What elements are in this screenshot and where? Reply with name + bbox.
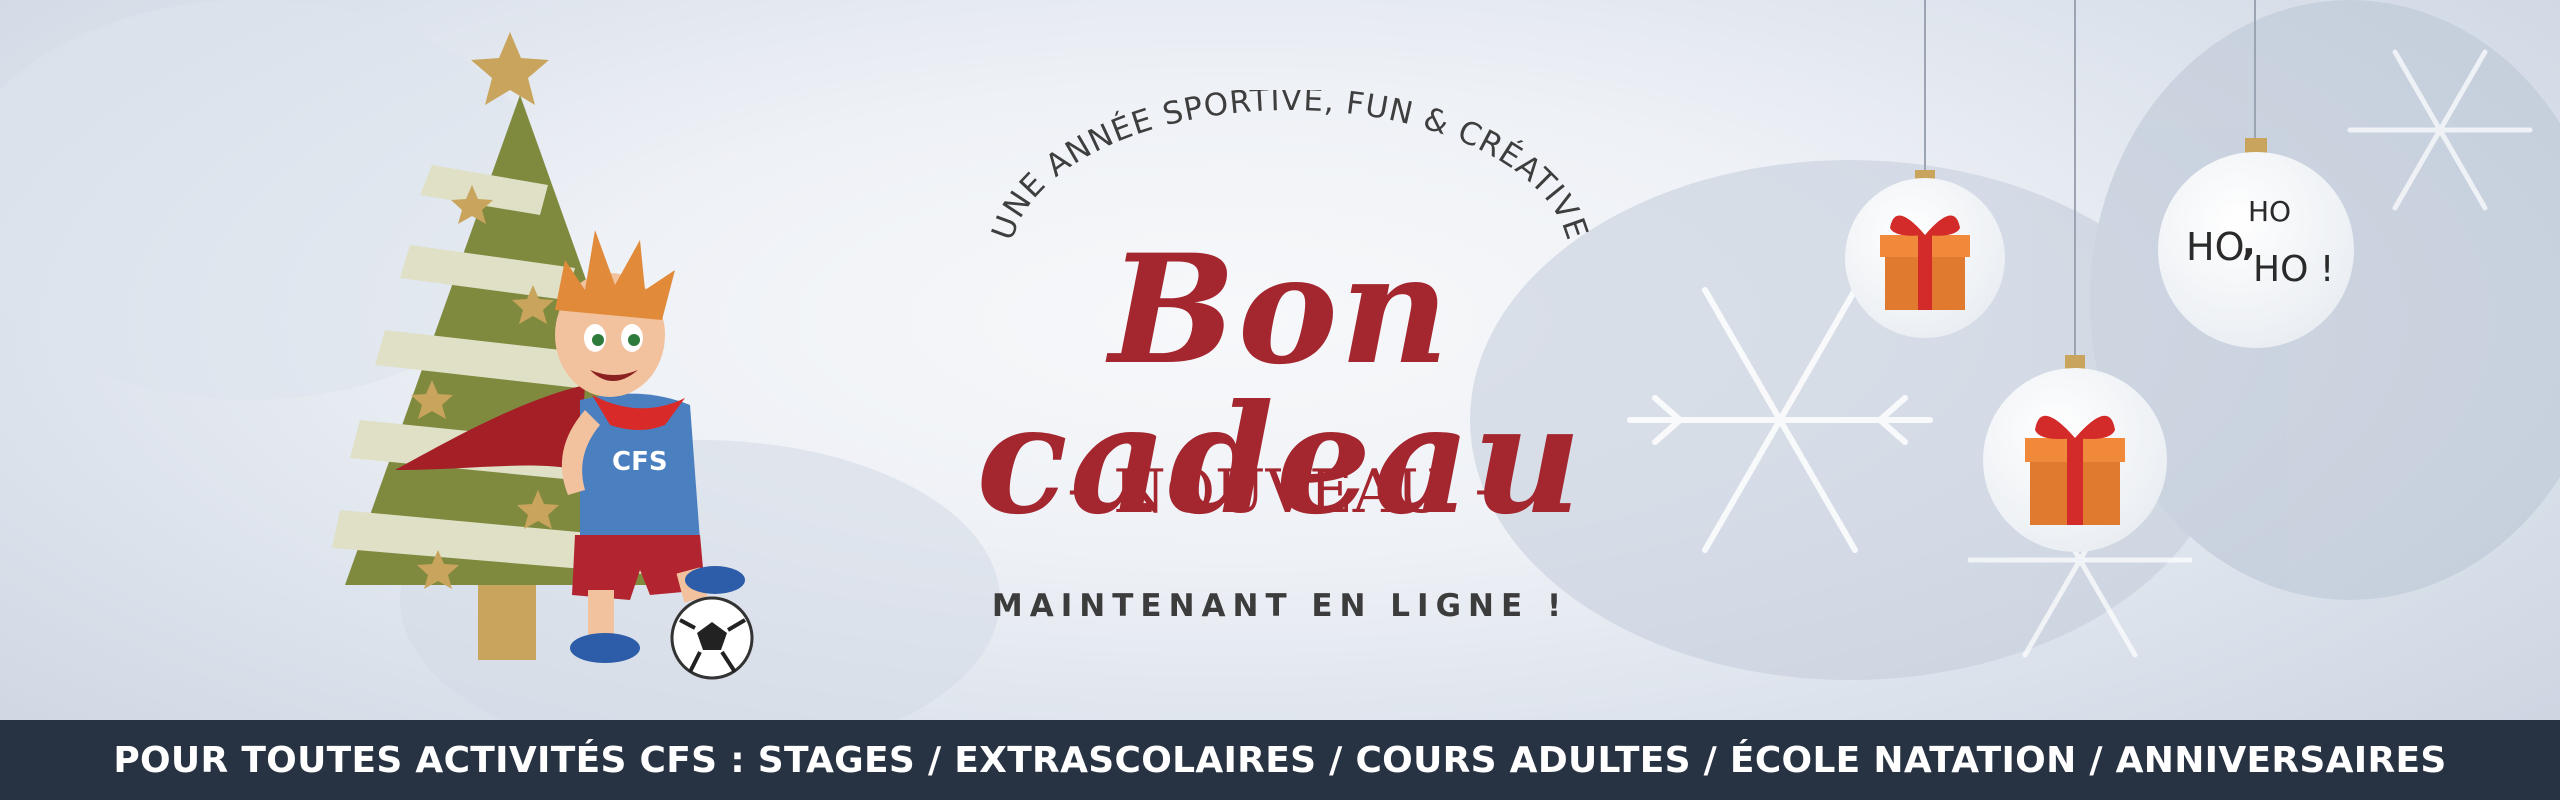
soccer-ball-icon xyxy=(670,596,754,680)
new-label: NOUVEAU xyxy=(1113,457,1447,527)
mascot-shirt-text: CFS xyxy=(612,447,668,477)
gift-card-banner[interactable]: CFS HO HO , HO ! UNE ANNÉE SPORTIVE, FUN… xyxy=(0,0,2560,800)
ho-text: HO ! xyxy=(2253,249,2335,290)
online-now-text: MAINTENANT EN LIGNE ! xyxy=(991,588,1569,624)
dash-left: - xyxy=(1067,460,1086,518)
ho-text: HO xyxy=(2186,225,2245,269)
activities-bar: POUR TOUTES ACTIVITÉS CFS : STAGES / EXT… xyxy=(0,720,2560,800)
activities-text: POUR TOUTES ACTIVITÉS CFS : STAGES / EXT… xyxy=(113,739,2447,781)
new-badge: - NOUVEAU - xyxy=(780,462,1780,522)
dash-right: - xyxy=(1474,460,1493,518)
ho-text: HO xyxy=(2248,195,2292,228)
